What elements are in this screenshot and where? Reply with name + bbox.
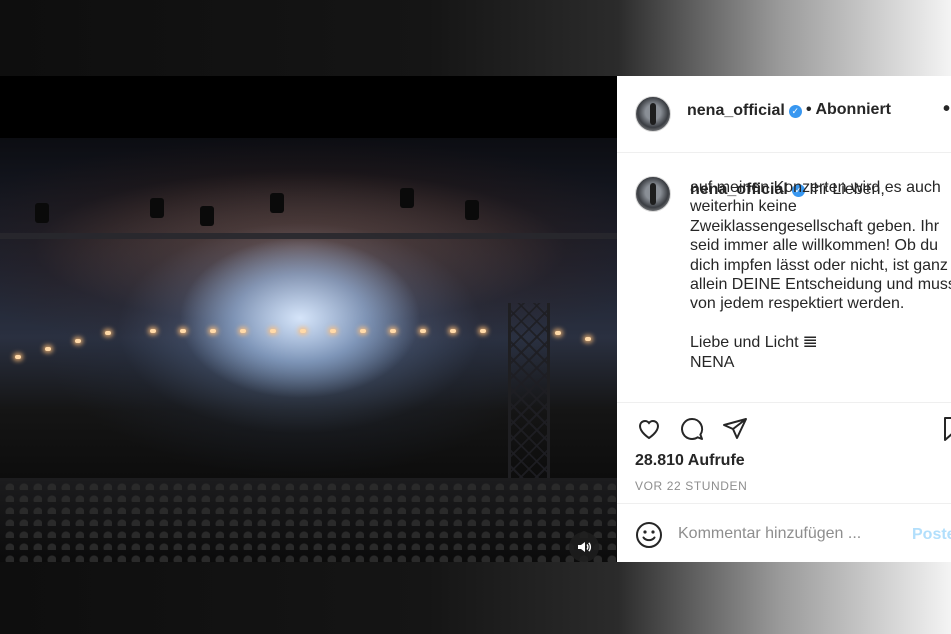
- bookmark-icon[interactable]: [939, 415, 951, 443]
- speaker-icon[interactable]: [569, 532, 599, 562]
- follow-status-label: Abonniert: [815, 101, 891, 118]
- post-video[interactable]: [0, 76, 617, 562]
- stage-light: [150, 198, 164, 218]
- header-user: nena_official ✓: [687, 102, 802, 120]
- paper-plane-icon[interactable]: [721, 415, 749, 443]
- verified-badge-icon: ✓: [788, 105, 802, 118]
- backdrop-bottom: [0, 562, 951, 634]
- post-timestamp[interactable]: VOR 22 STUNDEN: [635, 479, 747, 493]
- stage-light: [200, 206, 214, 226]
- more-options-icon[interactable]: •: [943, 98, 950, 121]
- follow-status[interactable]: • Abonniert: [806, 101, 891, 119]
- stage-light: [400, 188, 414, 208]
- heart-icon[interactable]: [635, 415, 663, 443]
- comment-input[interactable]: [678, 525, 878, 543]
- caption-text: auf meinen Konzerten wird es auch weiter…: [690, 179, 951, 371]
- lighting-truss: [0, 233, 617, 239]
- concert-image: [0, 138, 617, 562]
- stage-light: [35, 203, 49, 223]
- comment-bubble-icon[interactable]: [678, 415, 706, 443]
- stage-light: [465, 200, 479, 220]
- view-count[interactable]: 28.810 Aufrufe: [635, 452, 745, 470]
- stage-light: [270, 193, 284, 213]
- post-comment-button[interactable]: Posten: [912, 526, 951, 544]
- smiley-icon[interactable]: [635, 521, 663, 549]
- crowd: [0, 478, 617, 562]
- post-sidebar: nena_official ✓ • Abonniert • nena_offici…: [617, 76, 951, 562]
- header-username[interactable]: nena_official: [687, 102, 785, 119]
- post-header: nena_official ✓ • Abonniert •: [617, 76, 951, 153]
- avatar[interactable]: [635, 96, 671, 132]
- caption-avatar[interactable]: [635, 176, 671, 212]
- backdrop-top: [0, 0, 951, 76]
